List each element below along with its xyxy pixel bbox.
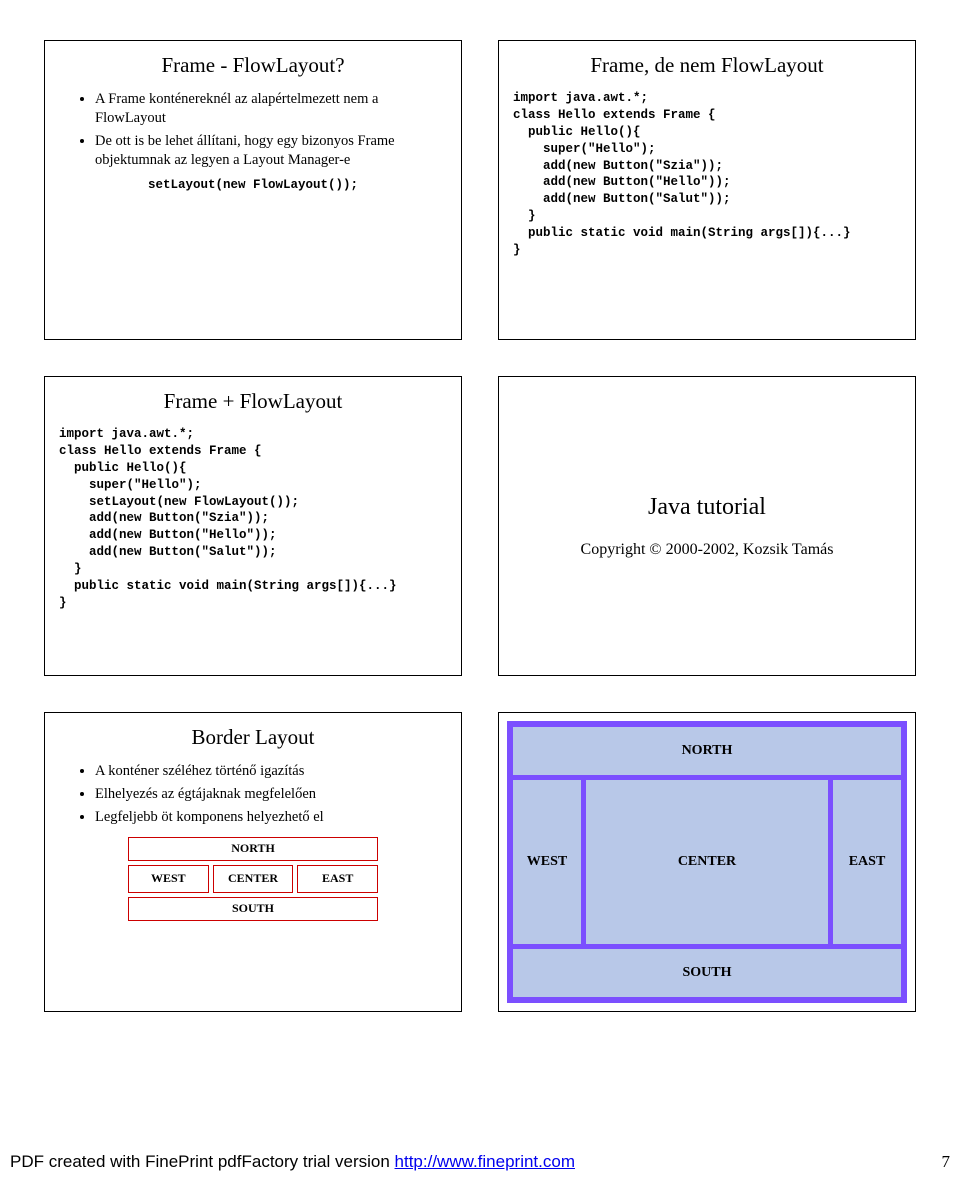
slide-tutorial: Java tutorial Copyright © 2000-2002, Koz… <box>498 376 916 676</box>
slide-title: Frame, de nem FlowLayout <box>513 53 901 78</box>
footer-link[interactable]: http://www.fineprint.com <box>395 1152 575 1171</box>
center-cell: CENTER <box>585 779 829 945</box>
bullet-item: A Frame konténereknél az alapértelmezett… <box>95 90 447 128</box>
slide-title: Frame + FlowLayout <box>59 389 447 414</box>
bullet-item: De ott is be lehet állítani, hogy egy bi… <box>95 132 447 170</box>
tutorial-content: Java tutorial Copyright © 2000-2002, Koz… <box>513 389 901 663</box>
slide-border-layout-demo: NORTH WEST CENTER EAST SOUTH <box>498 712 916 1012</box>
footer-prefix: PDF created with FinePrint pdfFactory tr… <box>10 1152 395 1171</box>
page-footer: PDF created with FinePrint pdfFactory tr… <box>0 1152 960 1172</box>
slide-grid: Frame - FlowLayout? A Frame konténerekné… <box>0 0 960 1032</box>
slide-frame-not-flowlayout: Frame, de nem FlowLayout import java.awt… <box>498 40 916 340</box>
slide-border-layout: Border Layout A konténer széléhez történ… <box>44 712 462 1012</box>
slide-frame-plus-flowlayout: Frame + FlowLayout import java.awt.*; cl… <box>44 376 462 676</box>
bullet-item: Legfeljebb öt komponens helyezhető el <box>95 808 447 827</box>
tutorial-title: Java tutorial <box>648 494 766 521</box>
north-cell: NORTH <box>128 837 378 861</box>
bullet-list: A Frame konténereknél az alapértelmezett… <box>59 90 447 169</box>
west-cell: WEST <box>128 865 209 893</box>
south-cell: SOUTH <box>512 948 902 998</box>
border-layout-diagram-red: NORTH WEST CENTER EAST SOUTH <box>128 837 378 921</box>
west-cell: WEST <box>512 779 582 945</box>
code-snippet: setLayout(new FlowLayout()); <box>59 177 447 194</box>
north-cell: NORTH <box>512 726 902 776</box>
center-cell: CENTER <box>213 865 294 893</box>
code-block: import java.awt.*; class Hello extends F… <box>59 426 447 612</box>
bullet-list: A konténer széléhez történő igazítás Elh… <box>59 762 447 827</box>
south-cell: SOUTH <box>128 897 378 921</box>
slide-title: Frame - FlowLayout? <box>59 53 447 78</box>
tutorial-copyright: Copyright © 2000-2002, Kozsik Tamás <box>581 541 834 559</box>
border-layout-diagram-purple: NORTH WEST CENTER EAST SOUTH <box>507 721 907 1003</box>
code-block: import java.awt.*; class Hello extends F… <box>513 90 901 259</box>
east-cell: EAST <box>832 779 902 945</box>
middle-row: WEST CENTER EAST <box>128 865 378 893</box>
middle-row: WEST CENTER EAST <box>512 779 902 945</box>
slide-title: Border Layout <box>59 725 447 750</box>
slide-frame-flowlayout-question: Frame - FlowLayout? A Frame konténerekné… <box>44 40 462 340</box>
footer-text: PDF created with FinePrint pdfFactory tr… <box>10 1152 575 1172</box>
bullet-item: A konténer széléhez történő igazítás <box>95 762 447 781</box>
east-cell: EAST <box>297 865 378 893</box>
bullet-item: Elhelyezés az égtájaknak megfelelően <box>95 785 447 804</box>
page-number: 7 <box>942 1152 951 1172</box>
